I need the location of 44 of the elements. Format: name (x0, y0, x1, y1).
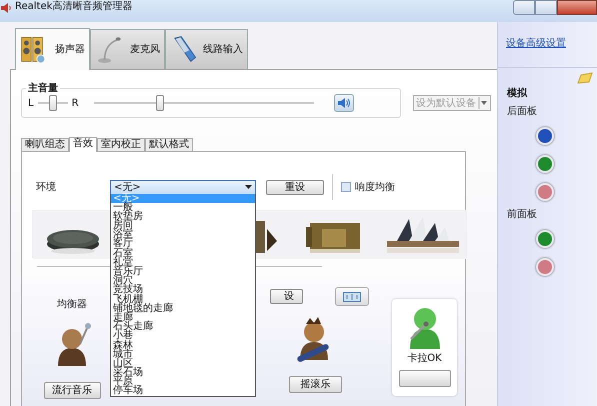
dropdown-option[interactable]: 房间 (111, 221, 255, 230)
preset-button[interactable]: 摇滚乐 (289, 376, 342, 393)
reset-button[interactable]: 设 (270, 289, 303, 304)
default-device-button: 设为默认设备 (413, 95, 491, 111)
environment-label: 环境 (35, 180, 57, 194)
device-tab[interactable]: 麦克风 (90, 29, 165, 69)
dropdown-option[interactable]: 音乐厅 (111, 267, 255, 276)
dropdown-option[interactable]: 山区 (111, 358, 255, 368)
reset-button[interactable]: 重设 (266, 180, 324, 194)
dropdown-option[interactable]: 一般 (111, 202, 255, 212)
dropdown-option[interactable]: 浴室 (111, 230, 255, 240)
dropdown-option[interactable]: 石头走廊 (111, 322, 255, 332)
balance-right-label: R (72, 96, 79, 110)
dropdown-option[interactable]: 城市 (111, 350, 255, 359)
dropdown-option[interactable]: 洞穴 (111, 276, 255, 286)
dropdown-option[interactable]: 停车场 (111, 386, 255, 396)
dropdown-option[interactable]: 采石场 (111, 368, 255, 378)
dropdown-option[interactable]: 软垫房 (111, 212, 255, 222)
panel-label: 前面板 (506, 208, 538, 222)
window-title: Realtek高清晰音频管理器 (15, 0, 132, 12)
device-tab[interactable]: 线路输入 (165, 29, 248, 69)
dropdown-option[interactable]: 铺地毯的走廊 (111, 304, 255, 313)
dropdown-option[interactable]: 飞机棚 (111, 294, 255, 304)
dropdown-option[interactable]: 客厅 (111, 239, 255, 249)
sub-tab[interactable]: 音效 (69, 137, 97, 152)
dropdown-option[interactable]: 平原 (111, 377, 255, 386)
device-tab[interactable]: 扬声器 (15, 28, 90, 70)
panel-label: 后面板 (506, 104, 538, 119)
balance-left-label: L (28, 96, 34, 110)
dropdown-option[interactable]: 森林 (111, 340, 255, 350)
sub-tab[interactable]: 室内校正 (97, 138, 145, 151)
environment-dropdown[interactable]: <无> (110, 180, 256, 194)
section-label: 模拟 (506, 86, 528, 101)
preset-button[interactable]: 流行音乐 (44, 382, 100, 399)
sub-tab[interactable]: 喇叭组态 (21, 138, 69, 151)
loudness-label: 响度均衡 (355, 180, 395, 194)
karaoke-label: 卡拉OK (407, 352, 442, 366)
dropdown-option[interactable]: 竞技场 (111, 285, 255, 295)
equalizer-label: 均衡器 (57, 298, 87, 312)
dropdown-option[interactable]: 礼堂 (111, 258, 255, 267)
sub-tab[interactable]: 默认格式 (145, 138, 193, 151)
dropdown-option[interactable]: 石室 (111, 248, 255, 258)
dropdown-option[interactable]: 小巷 (111, 331, 255, 340)
advanced-settings-link[interactable]: 设备高级设置 (498, 22, 597, 67)
